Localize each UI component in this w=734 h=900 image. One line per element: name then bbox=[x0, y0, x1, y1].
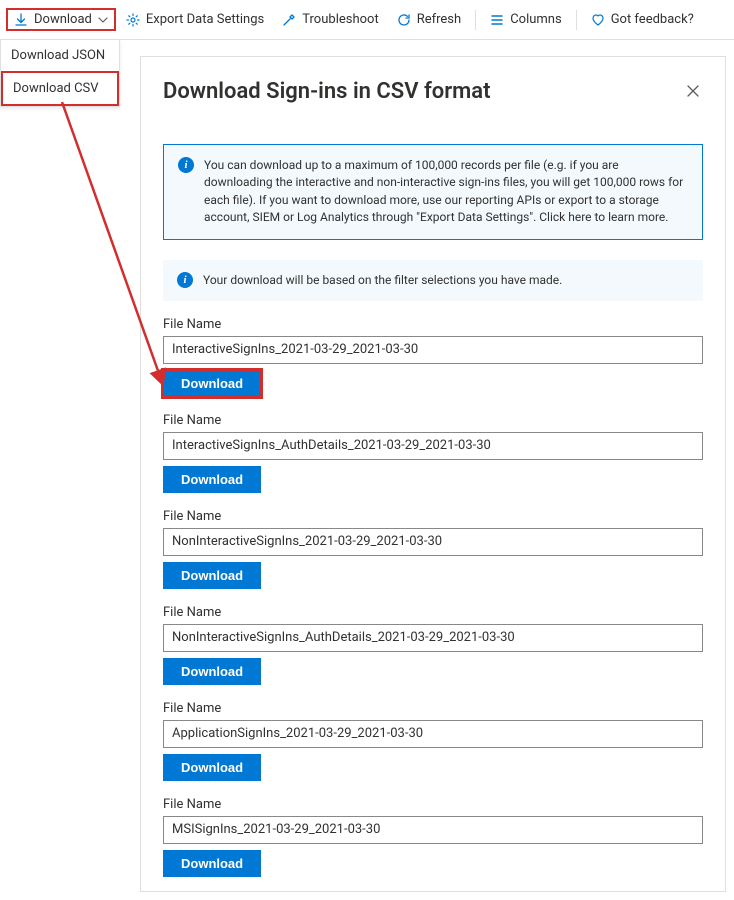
file-name-input-5[interactable] bbox=[163, 816, 703, 844]
refresh-label: Refresh bbox=[417, 12, 461, 27]
file-group-4: File Name Download bbox=[163, 701, 703, 781]
download-dropdown[interactable]: Download bbox=[6, 8, 116, 31]
file-name-input-2[interactable] bbox=[163, 528, 703, 556]
download-icon bbox=[14, 13, 28, 27]
download-button-3[interactable]: Download bbox=[163, 658, 261, 685]
troubleshoot-label: Troubleshoot bbox=[302, 12, 378, 27]
download-dropdown-menu: Download JSON Download CSV bbox=[0, 39, 120, 107]
export-data-settings-button[interactable]: Export Data Settings bbox=[118, 6, 272, 33]
export-data-settings-label: Export Data Settings bbox=[146, 12, 264, 27]
toolbar: Download Export Data Settings Troublesho… bbox=[0, 0, 734, 40]
file-group-2: File Name Download bbox=[163, 509, 703, 589]
got-feedback-label: Got feedback? bbox=[611, 12, 694, 27]
file-name-input-0[interactable] bbox=[163, 336, 703, 364]
file-name-label: File Name bbox=[163, 605, 703, 620]
file-name-input-1[interactable] bbox=[163, 432, 703, 460]
download-button-1[interactable]: Download bbox=[163, 466, 261, 493]
download-button-5[interactable]: Download bbox=[163, 850, 261, 877]
file-name-label: File Name bbox=[163, 413, 703, 428]
heart-icon bbox=[591, 13, 605, 27]
close-button[interactable] bbox=[685, 83, 703, 101]
close-icon bbox=[685, 83, 701, 99]
download-button-2[interactable]: Download bbox=[163, 562, 261, 589]
download-panel: Download Sign-ins in CSV format i You ca… bbox=[140, 56, 726, 892]
info-text-filter: Your download will be based on the filte… bbox=[203, 272, 562, 289]
refresh-icon bbox=[397, 13, 411, 27]
file-group-5: File Name Download bbox=[163, 797, 703, 877]
info-text-limits: You can download up to a maximum of 100,… bbox=[204, 157, 688, 227]
panel-title: Download Sign-ins in CSV format bbox=[163, 79, 491, 104]
gear-icon bbox=[126, 13, 140, 27]
file-name-label: File Name bbox=[163, 797, 703, 812]
download-button-0[interactable]: Download bbox=[163, 370, 261, 397]
chevron-down-icon bbox=[98, 15, 108, 25]
file-name-input-4[interactable] bbox=[163, 720, 703, 748]
download-label: Download bbox=[34, 12, 92, 27]
troubleshoot-button[interactable]: Troubleshoot bbox=[274, 6, 386, 33]
download-csv-item[interactable]: Download CSV bbox=[1, 71, 119, 106]
download-button-4[interactable]: Download bbox=[163, 754, 261, 781]
columns-label: Columns bbox=[510, 12, 562, 27]
file-group-0: File Name Download bbox=[163, 317, 703, 397]
info-box-limits: i You can download up to a maximum of 10… bbox=[163, 144, 703, 240]
columns-button[interactable]: Columns bbox=[482, 6, 570, 33]
file-name-label: File Name bbox=[163, 701, 703, 716]
info-icon: i bbox=[178, 157, 194, 173]
got-feedback-button[interactable]: Got feedback? bbox=[583, 6, 702, 33]
file-group-3: File Name Download bbox=[163, 605, 703, 685]
columns-icon bbox=[490, 13, 504, 27]
panel-body: i You can download up to a maximum of 10… bbox=[141, 114, 725, 891]
info-box-filter: i Your download will be based on the fil… bbox=[163, 260, 703, 301]
panel-header: Download Sign-ins in CSV format bbox=[141, 57, 725, 114]
info-icon: i bbox=[177, 272, 193, 288]
refresh-button[interactable]: Refresh bbox=[389, 6, 469, 33]
file-name-label: File Name bbox=[163, 317, 703, 332]
wrench-icon bbox=[282, 13, 296, 27]
download-json-item[interactable]: Download JSON bbox=[1, 40, 119, 71]
toolbar-divider bbox=[576, 10, 577, 30]
file-name-label: File Name bbox=[163, 509, 703, 524]
file-group-1: File Name Download bbox=[163, 413, 703, 493]
file-name-input-3[interactable] bbox=[163, 624, 703, 652]
toolbar-divider bbox=[475, 10, 476, 30]
